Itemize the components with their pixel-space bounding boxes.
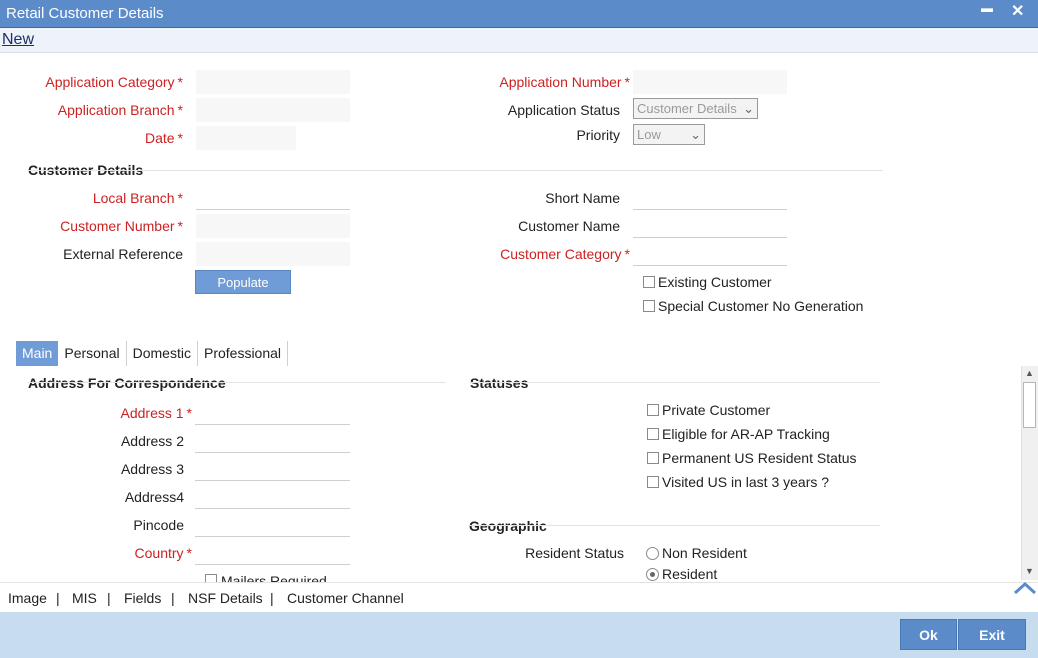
footer-separator: | (171, 590, 175, 606)
non-resident-label: Non Resident (662, 545, 747, 561)
external-reference-field[interactable] (196, 242, 350, 266)
ar-ap-tracking-checkbox[interactable] (647, 428, 659, 440)
new-link[interactable]: New (2, 31, 34, 49)
window-title: Retail Customer Details (6, 5, 164, 22)
populate-button[interactable]: Populate (195, 270, 291, 294)
date-field[interactable] (196, 126, 296, 150)
scroll-up-icon[interactable]: ▲ (1025, 368, 1034, 378)
tab-domestic[interactable]: Domestic (127, 341, 198, 366)
tab-professional[interactable]: Professional (198, 341, 289, 366)
footer-separator: | (56, 590, 60, 606)
bottom-bar (0, 612, 1038, 658)
private-customer-checkbox[interactable] (647, 404, 659, 416)
tab-personal[interactable]: Personal (58, 341, 127, 366)
priority-select[interactable]: Low ⌄ (633, 124, 705, 145)
date-label: Date * (144, 130, 183, 146)
visited-us-checkbox[interactable] (647, 476, 659, 488)
footer-separator: | (107, 590, 111, 606)
exit-button[interactable]: Exit (958, 619, 1026, 650)
footer-link-customer-channel[interactable]: Customer Channel (287, 590, 404, 606)
customer-name-field[interactable] (633, 214, 787, 238)
permanent-us-resident-label: Permanent US Resident Status (662, 450, 857, 466)
chevron-down-icon: ⌄ (743, 100, 754, 116)
customer-number-field[interactable] (196, 214, 350, 238)
footer-separator: | (270, 590, 274, 606)
footer-link-mis[interactable]: MIS (72, 590, 97, 606)
minimize-icon[interactable]: ▬ (981, 1, 993, 15)
ar-ap-tracking-label: Eligible for AR-AP Tracking (662, 426, 830, 442)
address2-label: Address 2 (120, 433, 184, 449)
mailers-required-label: Mailers Required (221, 573, 327, 582)
local-branch-label: Local Branch * (92, 190, 183, 206)
application-branch-field[interactable] (196, 98, 350, 122)
address4-label: Address4 (124, 489, 184, 505)
application-number-label: Application Number * (499, 74, 630, 90)
resident-label: Resident (662, 566, 718, 582)
resident-status-label: Resident Status (525, 545, 624, 561)
local-branch-field[interactable] (196, 186, 350, 210)
pincode-field[interactable] (195, 513, 350, 537)
special-customer-no-label: Special Customer No Generation (658, 298, 864, 314)
non-resident-radio[interactable] (646, 547, 659, 560)
footer-link-image[interactable]: Image (8, 590, 47, 606)
customer-category-label: Customer Category * (500, 246, 630, 262)
short-name-label: Short Name (545, 190, 620, 206)
customer-name-label: Customer Name (518, 218, 620, 234)
tab-bar: Main Personal Domestic Professional (16, 341, 289, 366)
collapse-chevron-icon[interactable] (1013, 580, 1037, 599)
chevron-down-icon: ⌄ (690, 126, 701, 142)
external-reference-label: External Reference (63, 246, 183, 262)
country-field[interactable] (195, 541, 350, 565)
existing-customer-label: Existing Customer (658, 274, 772, 290)
mailers-required-checkbox[interactable] (205, 574, 217, 582)
resident-radio[interactable] (646, 568, 659, 581)
section-divider (28, 382, 446, 383)
private-customer-label: Private Customer (662, 402, 771, 418)
tab-main[interactable]: Main (16, 341, 59, 366)
mailers-required-clip: Mailers Required (205, 573, 365, 582)
ok-button[interactable]: Ok (900, 619, 957, 650)
application-branch-label: Application Branch * (57, 102, 183, 118)
section-divider (470, 382, 880, 383)
application-category-field[interactable] (196, 70, 350, 94)
short-name-field[interactable] (633, 186, 787, 210)
address2-field[interactable] (195, 429, 350, 453)
application-status-select[interactable]: Customer Details ⌄ (633, 98, 758, 119)
customer-category-field[interactable] (633, 242, 787, 266)
address-header: Address For Correspondence (28, 375, 226, 391)
address1-field[interactable] (195, 401, 350, 425)
footer-link-nsf-details[interactable]: NSF Details (188, 590, 263, 606)
existing-customer-checkbox[interactable] (643, 276, 655, 288)
pincode-label: Pincode (133, 517, 184, 533)
geographic-header: Geographic (469, 518, 547, 534)
toolbar (0, 28, 1038, 53)
section-divider (28, 170, 883, 171)
priority-label: Priority (576, 127, 620, 143)
application-number-field[interactable] (633, 70, 787, 94)
statuses-header: Statuses (470, 375, 529, 391)
visited-us-label: Visited US in last 3 years ? (662, 474, 830, 490)
vertical-scrollbar[interactable]: ▲ ▼ (1021, 366, 1038, 580)
address1-label: Address 1 * (120, 405, 193, 421)
address3-label: Address 3 (120, 461, 184, 477)
permanent-us-resident-checkbox[interactable] (647, 452, 659, 464)
scrollbar-thumb[interactable] (1023, 382, 1036, 428)
footer-link-fields[interactable]: Fields (124, 590, 161, 606)
special-customer-no-checkbox[interactable] (643, 300, 655, 312)
country-label: Country * (134, 545, 192, 561)
address3-field[interactable] (195, 457, 350, 481)
scroll-down-icon[interactable]: ▼ (1025, 566, 1034, 576)
close-icon[interactable]: ✕ (1011, 1, 1024, 21)
application-status-label: Application Status (507, 102, 620, 118)
address4-field[interactable] (195, 485, 350, 509)
customer-number-label: Customer Number * (60, 218, 183, 234)
section-divider (469, 525, 880, 526)
application-category-label: Application Category * (45, 74, 183, 90)
